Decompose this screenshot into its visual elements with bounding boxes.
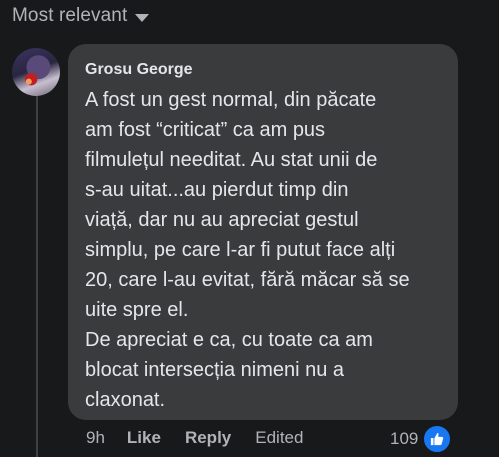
comment-timestamp[interactable]: 9h	[86, 428, 105, 448]
chevron-down-icon	[135, 13, 150, 22]
like-thumb-icon	[422, 424, 453, 454]
sort-label: Most relevant	[12, 5, 128, 26]
comment-text: A fost un gest normal, din păcate am fos…	[85, 89, 410, 411]
comment-actions: 9h Like Reply Edited	[86, 428, 327, 448]
comment-bubble: Grosu George A fost un gest normal, din …	[68, 44, 458, 420]
thread-line	[36, 95, 38, 457]
edited-label[interactable]: Edited	[255, 428, 303, 448]
sort-dropdown[interactable]: Most relevant	[12, 5, 150, 27]
reply-button[interactable]: Reply	[185, 428, 231, 448]
comment-author[interactable]: Grosu George	[85, 60, 442, 80]
like-button[interactable]: Like	[127, 428, 161, 448]
avatar[interactable]	[12, 48, 60, 96]
reaction-summary[interactable]: 109	[390, 424, 453, 454]
reaction-count: 109	[390, 429, 419, 448]
